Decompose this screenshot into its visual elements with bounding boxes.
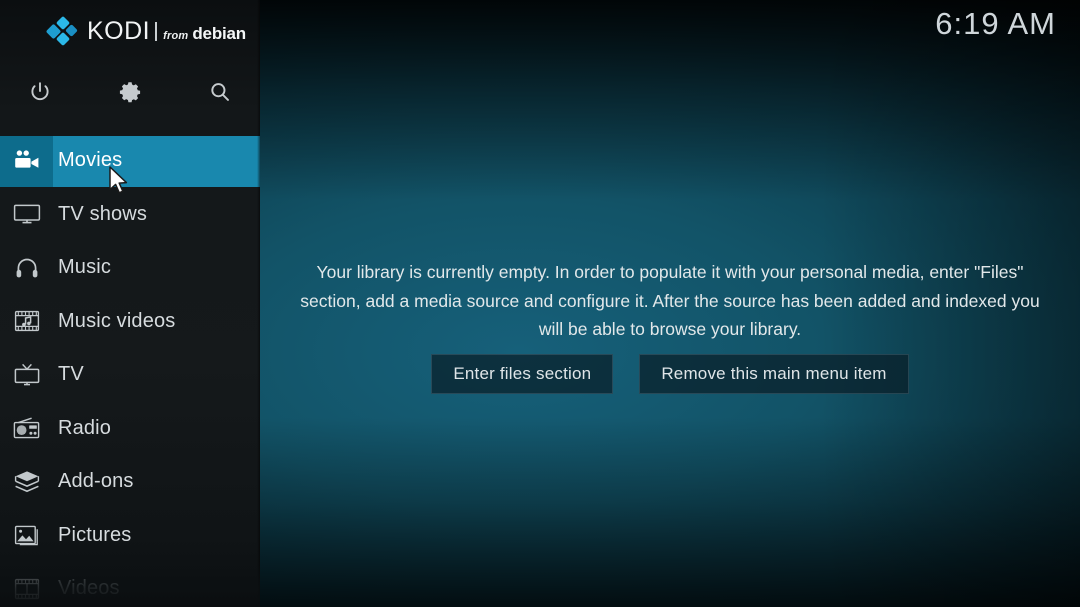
television-icon xyxy=(0,188,53,242)
sidebar-item-label: Videos xyxy=(58,577,120,600)
picture-frame-icon xyxy=(0,509,53,563)
sidebar-item-label: Radio xyxy=(58,416,112,439)
addon-box-icon xyxy=(0,455,53,509)
sidebar-item-radio[interactable]: Radio xyxy=(0,402,260,456)
sidebar-toolbar xyxy=(0,64,260,120)
action-button-row: Enter files section Remove this main men… xyxy=(260,354,1080,394)
sidebar-item-label: Movies xyxy=(58,149,123,172)
sidebar: KODI from debian Movies TV shows Music M… xyxy=(0,0,260,607)
settings-button[interactable] xyxy=(102,64,158,120)
remove-main-menu-item-button[interactable]: Remove this main menu item xyxy=(639,354,909,394)
main-content: Your library is currently empty. In orde… xyxy=(260,0,1080,607)
kodi-window: 6:19 AM Your library is currently empty.… xyxy=(0,0,1080,607)
sidebar-item-label: Music videos xyxy=(58,309,176,332)
radio-icon xyxy=(0,402,53,456)
kodi-logo-icon xyxy=(45,15,78,47)
enter-files-section-button[interactable]: Enter files section xyxy=(431,354,614,394)
headphones-icon xyxy=(0,241,53,295)
movie-camera-icon xyxy=(0,134,53,188)
sidebar-edge xyxy=(257,0,260,607)
app-logo: KODI from debian xyxy=(0,0,260,62)
sidebar-item-movies[interactable]: Movies xyxy=(0,134,260,188)
logo-from-text: from xyxy=(163,29,189,42)
sidebar-item-tv-shows[interactable]: TV shows xyxy=(0,188,260,242)
sidebar-item-add-ons[interactable]: Add-ons xyxy=(0,455,260,509)
sidebar-item-label: Add-ons xyxy=(58,470,134,493)
sidebar-item-label: Pictures xyxy=(58,523,132,546)
sidebar-item-label: TV xyxy=(58,363,84,386)
logo-divider xyxy=(155,21,158,41)
sidebar-item-tv[interactable]: TV xyxy=(0,348,260,402)
main-menu: Movies TV shows Music Music videos TV Ra… xyxy=(0,134,260,607)
gear-icon xyxy=(118,80,142,104)
search-button[interactable] xyxy=(192,64,248,120)
sidebar-item-label: TV shows xyxy=(58,202,148,225)
sidebar-item-label: Music xyxy=(58,256,111,279)
sidebar-item-music[interactable]: Music xyxy=(0,241,260,295)
sidebar-item-music-videos[interactable]: Music videos xyxy=(0,295,260,349)
film-music-icon xyxy=(0,295,53,349)
sidebar-item-videos[interactable]: Videos xyxy=(0,562,260,607)
power-button[interactable] xyxy=(12,64,68,120)
film-strip-icon xyxy=(0,562,53,607)
empty-library-message: Your library is currently empty. In orde… xyxy=(300,262,1040,339)
logo-wordmark: KODI xyxy=(87,16,151,45)
sidebar-item-pictures[interactable]: Pictures xyxy=(0,509,260,563)
tv-antenna-icon xyxy=(0,348,53,402)
search-icon xyxy=(208,80,232,104)
power-icon xyxy=(28,80,52,104)
logo-distro-text: debian xyxy=(192,23,246,43)
